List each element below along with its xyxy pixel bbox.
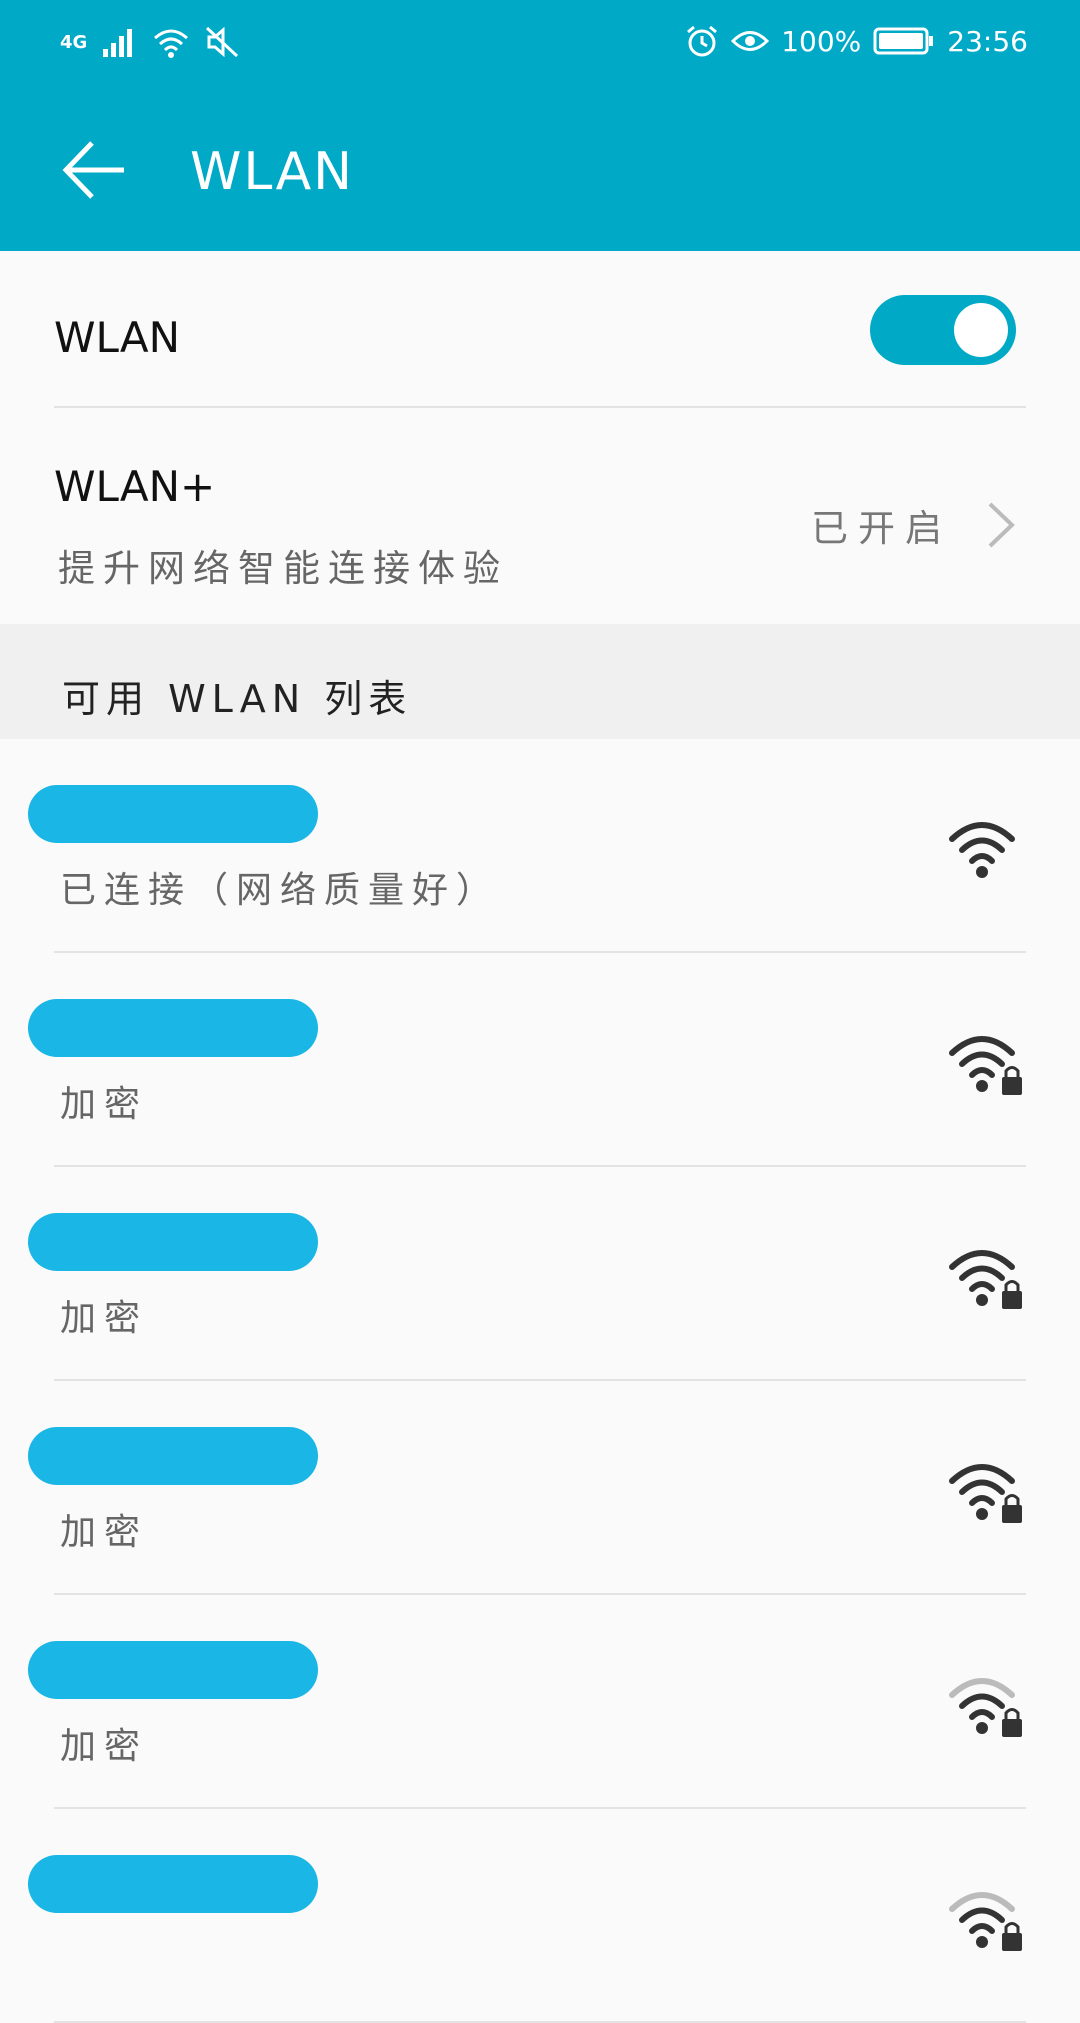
- network-name-redacted: [28, 773, 374, 863]
- network-row[interactable]: 已连接（网络质量好）: [0, 739, 1080, 953]
- clock: 23:56: [947, 24, 1028, 58]
- battery-icon: [873, 27, 934, 55]
- status-left: 4G: [60, 26, 239, 58]
- wifi-locked-icon: [949, 1892, 1022, 1951]
- network-status: 已连接（网络质量好）: [60, 870, 501, 911]
- section-title: 可用 WLAN 列表: [62, 677, 413, 721]
- redaction-mark: [28, 1213, 318, 1271]
- wlan-toggle-switch[interactable]: [870, 295, 1016, 365]
- wlan-plus-row[interactable]: WLAN+ 提升网络智能连接体验 已开启: [0, 408, 1080, 624]
- chevron-right-icon: [988, 502, 1015, 548]
- title-bar: WLAN: [0, 90, 1080, 251]
- signal-icon: [103, 29, 133, 57]
- page-title: WLAN: [190, 142, 355, 202]
- network-row[interactable]: 加密: [0, 1381, 1080, 1595]
- battery-percent: 100%: [781, 24, 862, 58]
- network-name-redacted: [28, 1843, 374, 1933]
- status-right: 100% 23:56: [685, 24, 1028, 58]
- network-row[interactable]: 加密: [0, 1167, 1080, 1381]
- wlan-toggle-row[interactable]: WLAN: [0, 251, 1080, 408]
- wifi-locked-icon: [949, 1464, 1022, 1523]
- eye-comfort-icon: [731, 31, 770, 51]
- redaction-mark: [28, 999, 318, 1057]
- redaction-mark: [28, 1855, 318, 1913]
- network-name-redacted: [28, 987, 374, 1077]
- mute-icon: [206, 26, 239, 58]
- network-name-redacted: [28, 1201, 374, 1291]
- network-status: 加密: [60, 1084, 149, 1125]
- app-header: 4G 100% 23:56 WLAN: [0, 0, 1080, 251]
- wifi-status-icon: [154, 29, 189, 58]
- wifi-locked-icon: [949, 1036, 1022, 1095]
- toggle-knob: [954, 303, 1008, 357]
- network-type: 4G: [60, 31, 88, 53]
- wifi-locked-icon: [949, 1678, 1022, 1737]
- back-arrow-icon[interactable]: [60, 135, 130, 205]
- network-row[interactable]: 加密: [0, 1595, 1080, 1809]
- network-list: 已连接（网络质量好） 加密 加密 加密 加密: [0, 739, 1080, 2023]
- wlan-label: WLAN: [54, 313, 181, 362]
- wifi-icon: [949, 822, 1015, 878]
- redaction-mark: [28, 1641, 318, 1699]
- wlan-plus-value: 已开启: [811, 507, 952, 550]
- network-status: 加密: [60, 1512, 149, 1553]
- network-status: 加密: [60, 1298, 149, 1339]
- available-networks-header: 可用 WLAN 列表: [0, 624, 1080, 739]
- alarm-icon: [687, 25, 718, 57]
- wifi-locked-icon: [949, 1250, 1022, 1309]
- network-row[interactable]: [0, 1809, 1080, 2023]
- network-name-redacted: [28, 1629, 374, 1719]
- wlan-plus-label: WLAN+: [54, 462, 216, 511]
- redaction-mark: [28, 1427, 318, 1485]
- network-name-redacted: [28, 1415, 374, 1505]
- redaction-mark: [28, 785, 318, 843]
- wlan-plus-subtitle: 提升网络智能连接体验: [58, 547, 508, 590]
- status-bar: 4G 100% 23:56: [0, 0, 1080, 90]
- network-row[interactable]: 加密: [0, 953, 1080, 1167]
- network-status: 加密: [60, 1726, 149, 1767]
